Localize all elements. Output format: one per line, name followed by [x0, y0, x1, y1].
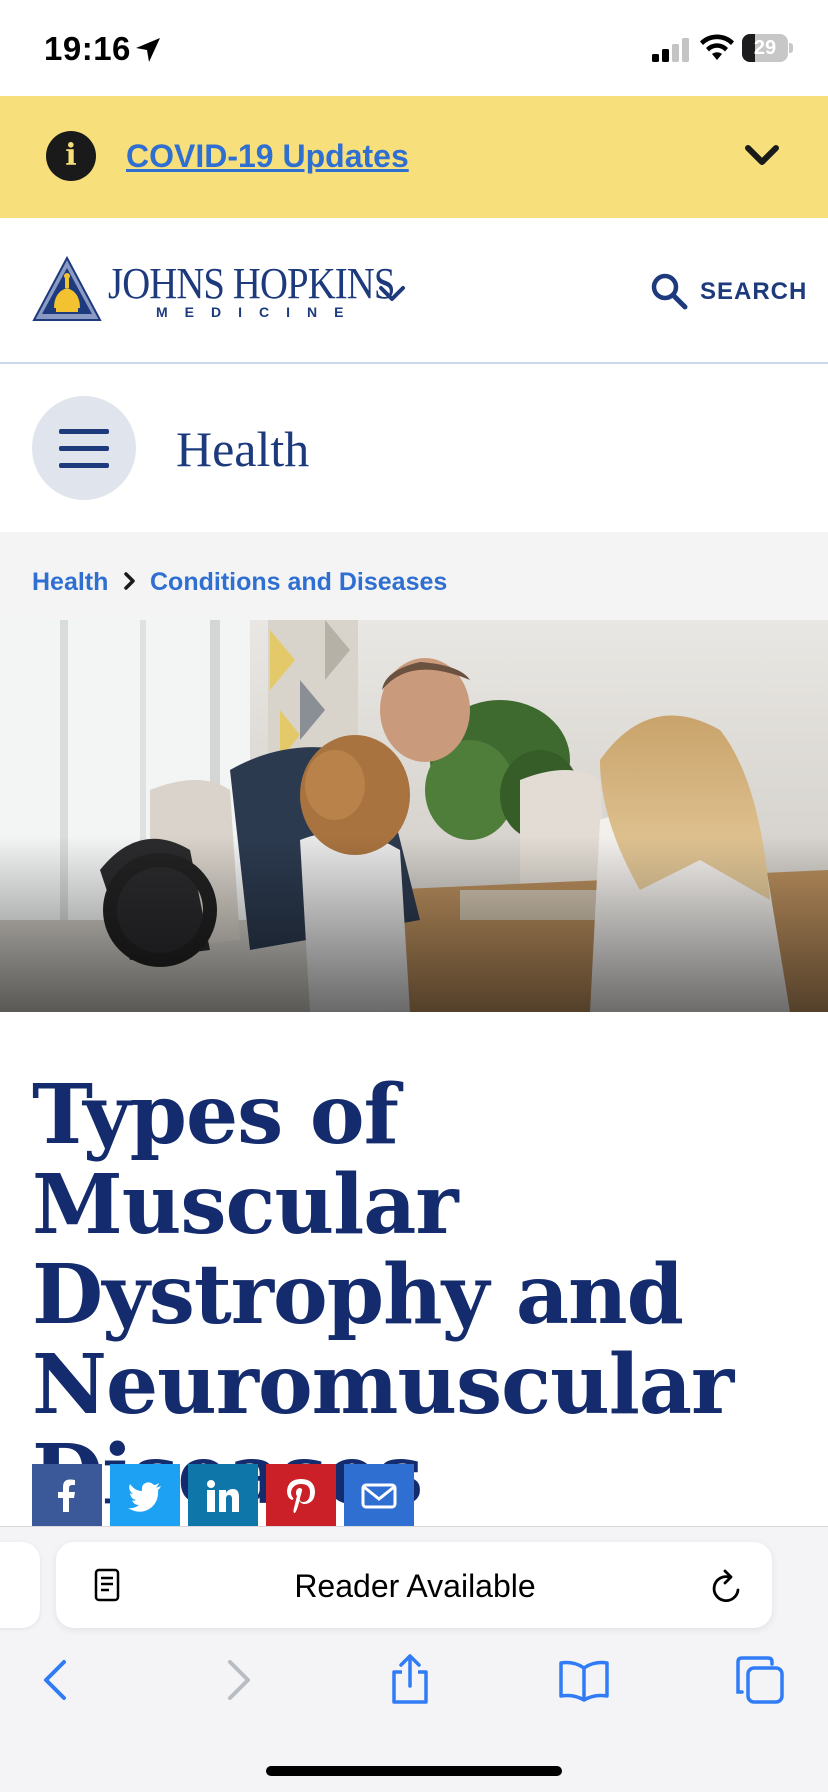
wifi-icon — [700, 34, 734, 60]
hero-image — [0, 620, 828, 1012]
share-icon[interactable] — [384, 1654, 436, 1706]
battery-percent: 29 — [753, 37, 777, 59]
twitter-icon — [128, 1482, 161, 1512]
location-arrow-icon — [136, 38, 160, 62]
covid-banner — [0, 96, 828, 218]
tabs-icon[interactable] — [734, 1654, 786, 1706]
reader-icon[interactable] — [94, 1568, 120, 1602]
pinterest-icon — [287, 1479, 315, 1513]
search-icon[interactable] — [650, 272, 688, 310]
info-icon: i — [46, 131, 96, 181]
reload-icon[interactable] — [710, 1568, 744, 1604]
search-button[interactable]: SEARCH — [700, 278, 807, 306]
share-facebook-button[interactable] — [32, 1464, 102, 1526]
chevron-right-icon — [124, 572, 135, 590]
cellular-signal-icon — [652, 38, 689, 62]
share-twitter-button[interactable] — [110, 1464, 180, 1526]
share-pinterest-button[interactable] — [266, 1464, 336, 1526]
menu-button[interactable] — [32, 396, 136, 500]
chevron-down-icon[interactable] — [742, 140, 782, 170]
logo-shield-icon[interactable] — [32, 256, 102, 324]
status-bar: 19:16 29 — [0, 0, 828, 96]
covid-updates-link[interactable]: COVID-19 Updates — [126, 138, 409, 175]
chevron-down-icon[interactable] — [376, 282, 408, 306]
linkedin-icon — [207, 1480, 239, 1512]
breadcrumb-conditions[interactable]: Conditions and Diseases — [150, 568, 447, 597]
section-title[interactable]: Health — [176, 420, 309, 478]
logo-name[interactable]: JOHNS HOPKINS — [108, 258, 395, 309]
back-icon[interactable] — [32, 1654, 84, 1706]
battery-icon: 29 — [742, 34, 793, 62]
share-email-button[interactable] — [344, 1464, 414, 1526]
logo-subtitle: MEDICINE — [156, 304, 361, 320]
breadcrumb-health[interactable]: Health — [32, 568, 108, 597]
status-time: 19:16 — [44, 30, 131, 67]
home-indicator[interactable] — [266, 1766, 562, 1776]
article-title: Types of Muscular Dystrophy and Neuromus… — [32, 1067, 734, 1520]
email-icon — [361, 1483, 397, 1509]
facebook-icon — [58, 1479, 75, 1512]
reader-available-label[interactable]: Reader Available — [180, 1568, 650, 1605]
previous-tab-preview[interactable] — [0, 1542, 40, 1628]
share-linkedin-button[interactable] — [188, 1464, 258, 1526]
bookmarks-icon[interactable] — [558, 1654, 610, 1706]
forward-icon[interactable] — [210, 1654, 262, 1706]
